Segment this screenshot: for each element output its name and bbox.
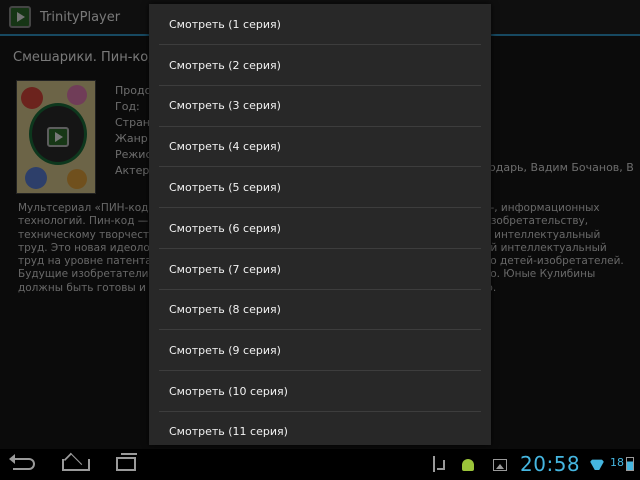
episode-select-dialog: Смотреть (1 серия) Смотреть (2 серия) См…: [149, 4, 491, 445]
episode-item-11[interactable]: Смотреть (11 серия): [149, 411, 491, 445]
android-icon[interactable]: [462, 459, 474, 471]
episode-item-2[interactable]: Смотреть (2 серия): [149, 45, 491, 85]
picture-icon[interactable]: [493, 459, 507, 471]
battery-icon[interactable]: [626, 457, 634, 471]
back-icon[interactable]: [9, 454, 35, 470]
episode-item-6[interactable]: Смотреть (6 серия): [149, 208, 491, 248]
episode-item-7[interactable]: Смотреть (7 серия): [149, 249, 491, 289]
wifi-icon[interactable]: [589, 458, 605, 470]
episode-item-9[interactable]: Смотреть (9 серия): [149, 330, 491, 370]
episode-item-10[interactable]: Смотреть (10 серия): [149, 371, 491, 411]
usb-debug-icon[interactable]: [433, 456, 449, 472]
episode-item-4[interactable]: Смотреть (4 серия): [149, 126, 491, 166]
clock[interactable]: 20:58: [520, 452, 580, 476]
home-icon[interactable]: [62, 455, 90, 471]
episode-item-8[interactable]: Смотреть (8 серия): [149, 289, 491, 329]
episode-item-5[interactable]: Смотреть (5 серия): [149, 167, 491, 207]
episode-item-3[interactable]: Смотреть (3 серия): [149, 85, 491, 125]
recents-icon[interactable]: [116, 453, 137, 471]
battery-level[interactable]: 18: [610, 456, 624, 469]
episode-item-1[interactable]: Смотреть (1 серия): [149, 4, 491, 44]
